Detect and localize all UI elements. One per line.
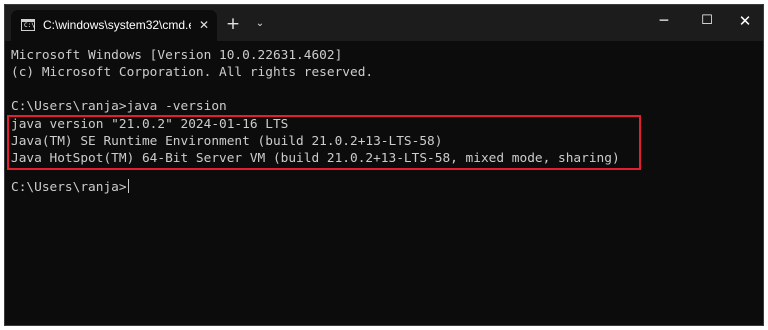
- console-line: Microsoft Windows [Version 10.0.22631.46…: [11, 48, 343, 63]
- cmd-icon-text: C:\: [24, 22, 35, 29]
- minimize-icon[interactable]: ─: [643, 5, 685, 37]
- prompt-text: C:\Users\ranja>: [11, 180, 127, 195]
- console-line: (c) Microsoft Corporation. All rights re…: [11, 65, 374, 80]
- maximize-icon[interactable]: ☐: [686, 5, 728, 37]
- prompt-line: C:\Users\ranja>: [11, 179, 129, 196]
- chevron-down-icon[interactable]: ⌄: [251, 14, 269, 34]
- text-cursor: [127, 179, 129, 193]
- close-icon[interactable]: ✕: [195, 16, 213, 34]
- terminal-window: C:\ C:\windows\system32\cmd.exe ✕ + ⌄ ─ …: [4, 4, 764, 326]
- window-close-icon[interactable]: ✕: [724, 5, 763, 37]
- console-line: C:\Users\ranja>java -version: [11, 99, 227, 114]
- tab-cmd[interactable]: C:\ C:\windows\system32\cmd.exe ✕: [11, 10, 217, 41]
- cmd-icon: C:\: [21, 19, 35, 31]
- title-bar[interactable]: C:\ C:\windows\system32\cmd.exe ✕ + ⌄ ─ …: [5, 5, 763, 41]
- tab-title: C:\windows\system32\cmd.exe: [43, 18, 191, 32]
- highlight-box: [7, 115, 641, 170]
- plus-icon[interactable]: +: [223, 14, 243, 34]
- console-output[interactable]: Microsoft Windows [Version 10.0.22631.46…: [5, 41, 763, 325]
